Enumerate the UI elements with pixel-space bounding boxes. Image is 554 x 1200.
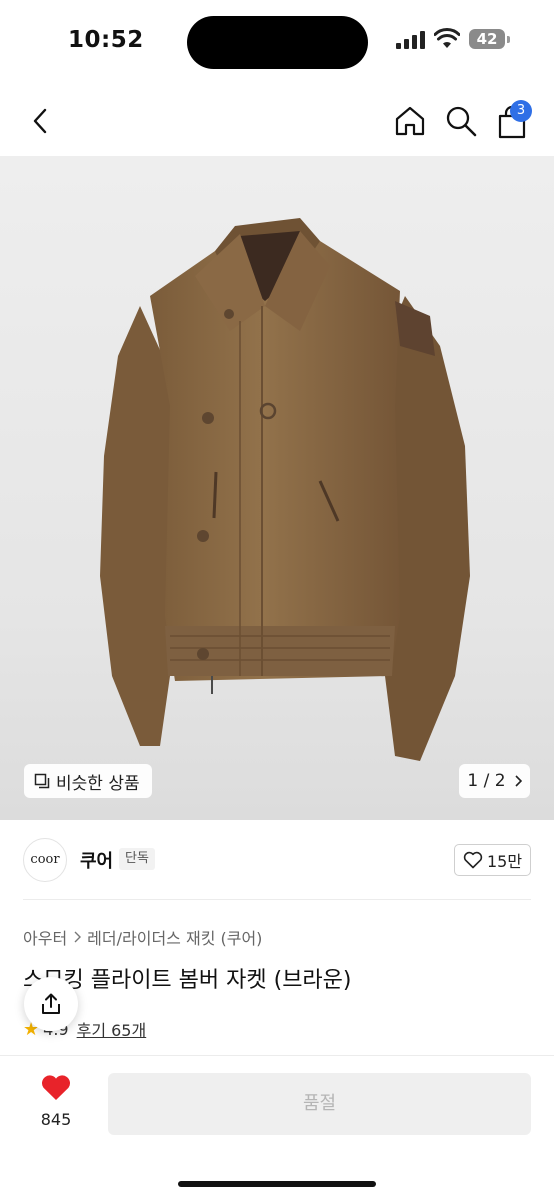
exclusive-badge: 단독 bbox=[119, 848, 155, 870]
share-button[interactable] bbox=[24, 977, 78, 1031]
status-bar: 10:52 42 bbox=[0, 0, 554, 82]
breadcrumb-category[interactable]: 아우터 bbox=[23, 925, 67, 949]
cart-badge: 3 bbox=[510, 100, 532, 122]
battery-cap bbox=[507, 36, 510, 43]
brand-row: coor 쿠어 단독 15만 bbox=[0, 836, 554, 884]
brand-logo[interactable]: coor bbox=[23, 838, 67, 882]
brand-name[interactable]: 쿠어 bbox=[80, 847, 113, 873]
wishlist-count: 845 bbox=[40, 1110, 72, 1129]
copy-icon bbox=[34, 773, 50, 789]
dynamic-island bbox=[187, 16, 368, 69]
home-indicator bbox=[178, 1181, 376, 1187]
reviews-link[interactable]: 후기 65개 bbox=[77, 1017, 147, 1041]
chevron-right-icon bbox=[515, 775, 522, 787]
sold-out-button[interactable]: 품절 bbox=[108, 1073, 531, 1135]
similar-products-label: 비슷한 상품 bbox=[56, 773, 140, 794]
heart-filled-icon bbox=[41, 1075, 71, 1100]
wishlist-button[interactable]: 845 bbox=[30, 1074, 82, 1129]
image-pager[interactable]: 1 / 2 bbox=[459, 764, 530, 798]
top-nav bbox=[0, 90, 554, 152]
share-icon bbox=[42, 993, 60, 1014]
chevron-right-icon bbox=[74, 931, 82, 943]
product-image-carousel[interactable]: 비슷한 상품 1 / 2 bbox=[0, 156, 554, 820]
jacket-image bbox=[100, 218, 470, 761]
wifi-icon bbox=[434, 28, 460, 48]
back-arrow-icon[interactable] bbox=[28, 106, 52, 136]
brand-like-button[interactable]: 15만 bbox=[454, 844, 531, 876]
divider bbox=[23, 899, 531, 900]
brand-like-count: 15만 bbox=[486, 852, 523, 871]
pager-text: 1 / 2 bbox=[467, 771, 506, 791]
breadcrumb: 아우터 레더/라이더스 재킷 (쿠어) bbox=[23, 925, 262, 949]
breadcrumb-subcategory[interactable]: 레더/라이더스 재킷 (쿠어) bbox=[87, 925, 262, 949]
similar-products-button[interactable]: 비슷한 상품 bbox=[24, 764, 152, 798]
heart-outline-icon bbox=[463, 851, 483, 869]
signal-icon bbox=[396, 31, 426, 49]
home-icon[interactable] bbox=[393, 104, 427, 138]
search-icon[interactable] bbox=[444, 104, 478, 138]
bottom-divider bbox=[0, 1055, 554, 1056]
status-time: 10:52 bbox=[68, 27, 144, 53]
battery-icon: 42 bbox=[469, 29, 505, 49]
